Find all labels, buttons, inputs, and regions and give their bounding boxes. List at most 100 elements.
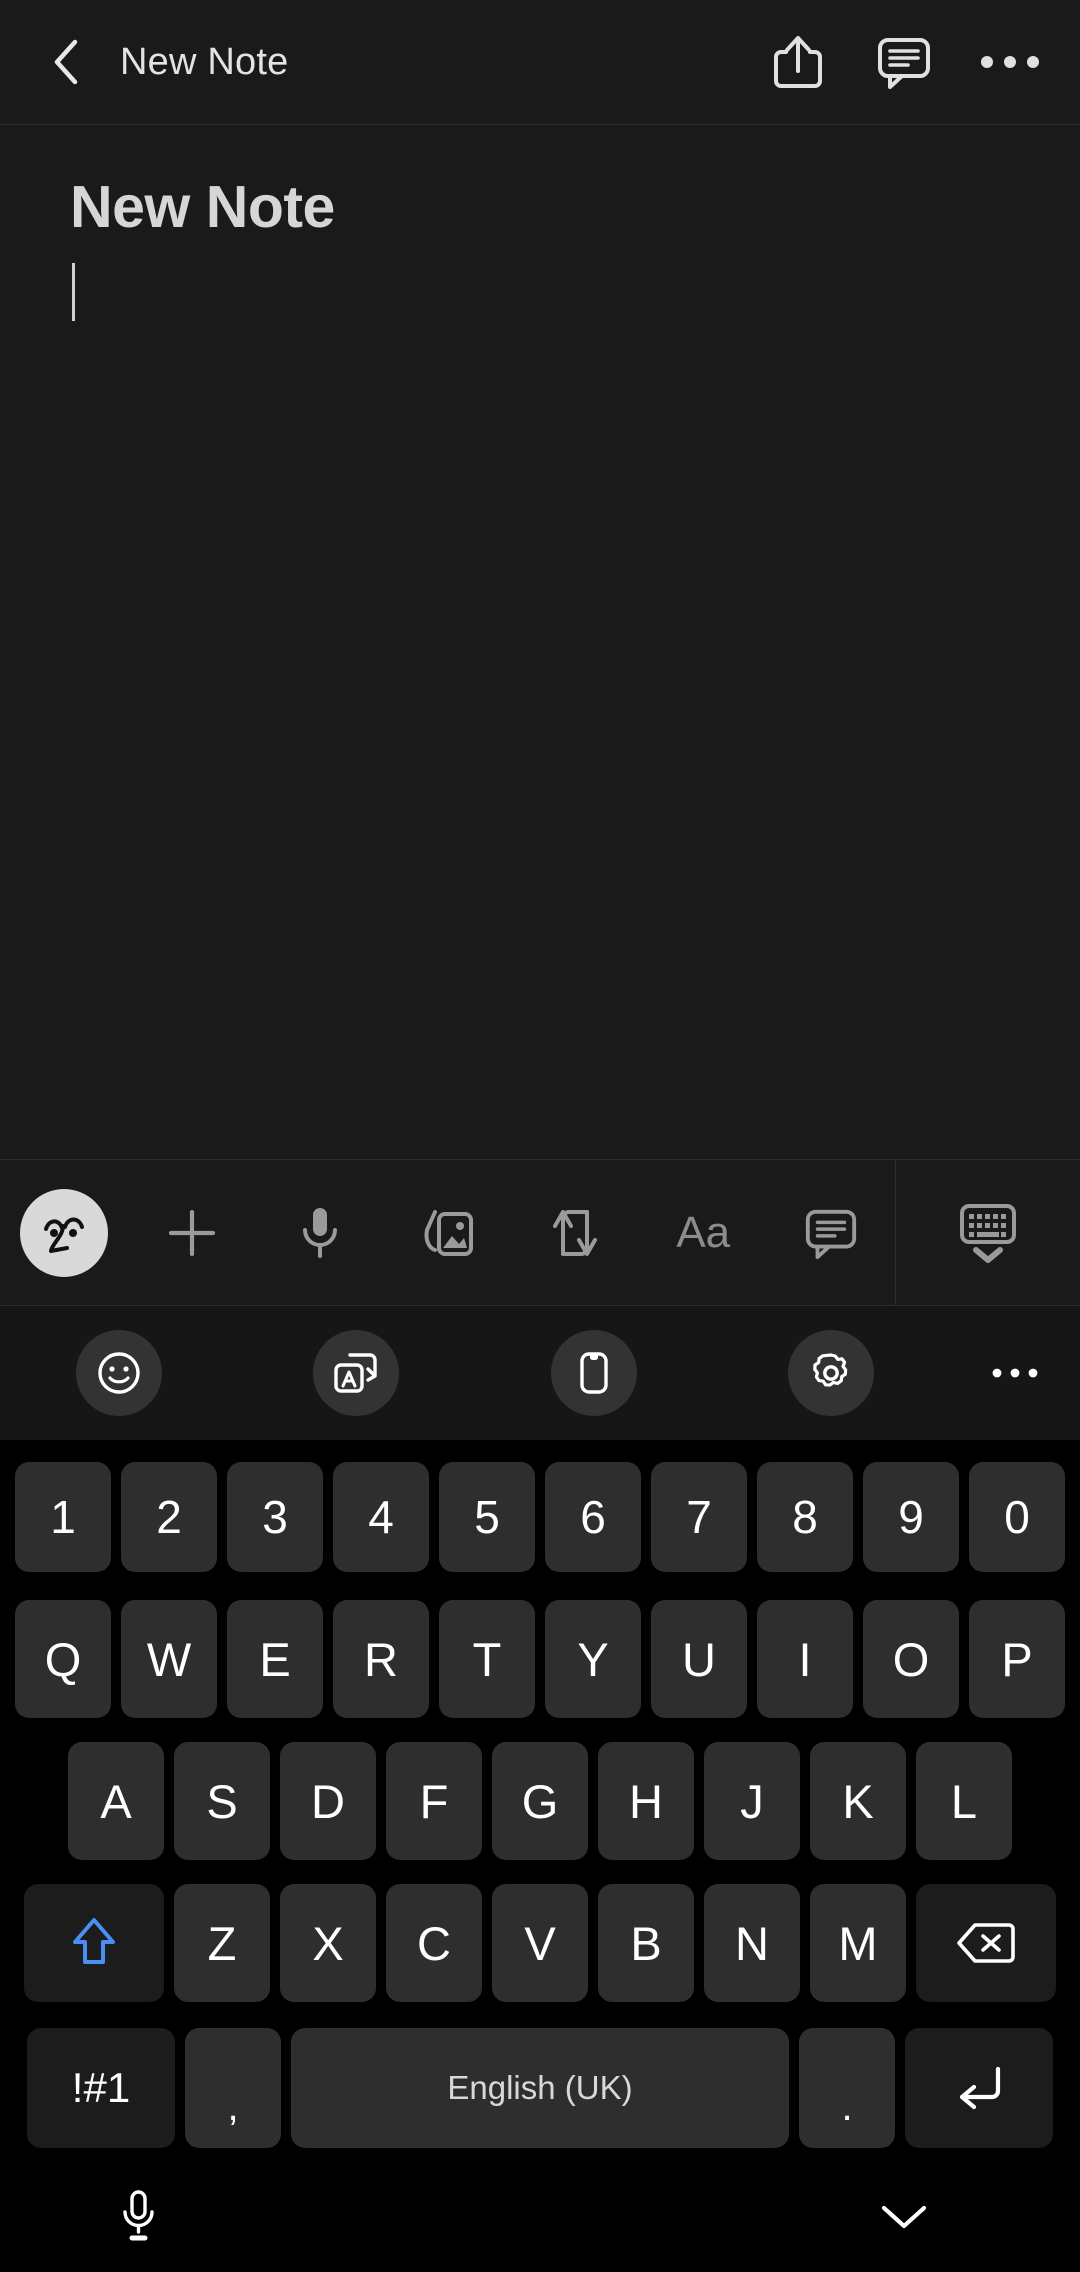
- key-letter[interactable]: X: [280, 1884, 376, 2002]
- hide-keyboard-button[interactable]: [895, 1160, 1080, 1305]
- key-number[interactable]: 3: [227, 1462, 323, 1572]
- key-letter[interactable]: V: [492, 1884, 588, 2002]
- note-content-area[interactable]: New Note: [0, 125, 1080, 1159]
- convert-icon: [553, 1209, 598, 1256]
- more-options-button[interactable]: [974, 26, 1046, 98]
- key-letter[interactable]: H: [598, 1742, 694, 1860]
- app-header: New Note: [0, 0, 1080, 125]
- keyboard-row-numbers: 1 2 3 4 5 6 7 8 9 0: [6, 1446, 1074, 1588]
- format-toolbar: Aa: [0, 1159, 1080, 1306]
- enter-arrow-icon: [959, 2066, 1001, 2110]
- more-options-icon: [981, 56, 1039, 68]
- header-actions: [762, 26, 1046, 98]
- keyboard-hide-icon: [960, 1203, 1016, 1263]
- keyboard-row-space: !#1 , English (UK) .: [6, 2014, 1074, 2162]
- keyboard-row-home: A S D F G H J K L: [6, 1730, 1074, 1872]
- key-letter[interactable]: N: [704, 1884, 800, 2002]
- key-letter[interactable]: W: [121, 1600, 217, 1718]
- chevron-left-icon: [54, 39, 78, 85]
- clipboard-button[interactable]: [475, 1330, 713, 1416]
- share-icon: [774, 36, 822, 88]
- key-letter[interactable]: S: [174, 1742, 270, 1860]
- insert-button[interactable]: [128, 1160, 256, 1305]
- shift-arrow-icon: [73, 1918, 115, 1964]
- voice-recording-button[interactable]: [256, 1160, 384, 1305]
- keyboard-more-icon: [992, 1368, 1038, 1378]
- backspace-icon: [957, 1923, 1015, 1963]
- key-letter[interactable]: P: [969, 1600, 1065, 1718]
- note-editor-screen: New Note New Note Aa 1 2 3 4 5 6 7 8 9 0…: [0, 0, 1080, 2272]
- emoji-button[interactable]: [0, 1330, 238, 1416]
- convert-button[interactable]: [511, 1160, 639, 1305]
- symbols-key[interactable]: !#1: [27, 2028, 175, 2148]
- emoji-icon: [75, 1330, 162, 1416]
- key-number[interactable]: 0: [969, 1462, 1065, 1572]
- keyboard-row-bottom: Z X C V B N M: [6, 1872, 1074, 2014]
- translate-button[interactable]: [238, 1330, 476, 1416]
- key-letter[interactable]: C: [386, 1884, 482, 2002]
- comma-key[interactable]: ,: [185, 2028, 281, 2148]
- space-key[interactable]: English (UK): [291, 2028, 789, 2148]
- text-cursor: [72, 263, 75, 321]
- key-letter[interactable]: K: [810, 1742, 906, 1860]
- keyboard-more-button[interactable]: [950, 1365, 1080, 1381]
- key-letter[interactable]: Q: [15, 1600, 111, 1718]
- settings-icon: [788, 1330, 875, 1416]
- handwriting-avatar-button[interactable]: [0, 1160, 128, 1305]
- key-letter[interactable]: Z: [174, 1884, 270, 2002]
- key-letter[interactable]: U: [651, 1600, 747, 1718]
- back-button[interactable]: [34, 30, 98, 94]
- shift-key[interactable]: [24, 1884, 164, 2002]
- handwriting-avatar-icon: [19, 1188, 108, 1277]
- key-letter[interactable]: D: [280, 1742, 376, 1860]
- hide-keyboard-nav-button[interactable]: [540, 2200, 1080, 2232]
- enter-key[interactable]: [905, 2028, 1053, 2148]
- keyboard-toolbar: [0, 1306, 1080, 1440]
- key-number[interactable]: 6: [545, 1462, 641, 1572]
- text-format-icon: Aa: [676, 1207, 731, 1257]
- microphone-icon: [302, 1207, 337, 1258]
- key-letter[interactable]: B: [598, 1884, 694, 2002]
- key-letter[interactable]: L: [916, 1742, 1012, 1860]
- note-comment-button[interactable]: [767, 1160, 895, 1305]
- backspace-key[interactable]: [916, 1884, 1056, 2002]
- key-letter[interactable]: R: [333, 1600, 429, 1718]
- key-letter[interactable]: T: [439, 1600, 535, 1718]
- clipboard-icon: [550, 1330, 637, 1416]
- comment-icon: [878, 38, 930, 89]
- note-text-line[interactable]: [70, 263, 1010, 323]
- translate-icon: [313, 1330, 400, 1416]
- key-letter[interactable]: M: [810, 1884, 906, 2002]
- on-screen-keyboard: 1 2 3 4 5 6 7 8 9 0 Q W E R T Y U I O P …: [0, 1440, 1080, 2160]
- key-number[interactable]: 5: [439, 1462, 535, 1572]
- key-letter[interactable]: F: [386, 1742, 482, 1860]
- settings-button[interactable]: [713, 1330, 951, 1416]
- key-letter[interactable]: G: [492, 1742, 588, 1860]
- key-number[interactable]: 2: [121, 1462, 217, 1572]
- images-button[interactable]: [384, 1160, 512, 1305]
- key-letter[interactable]: E: [227, 1600, 323, 1718]
- key-number[interactable]: 4: [333, 1462, 429, 1572]
- comment-button[interactable]: [868, 26, 940, 98]
- image-icon: [424, 1209, 473, 1256]
- note-title[interactable]: New Note: [70, 173, 1010, 241]
- format-toolbar-items: Aa: [0, 1160, 895, 1305]
- page-title: New Note: [120, 40, 289, 83]
- voice-input-icon: [123, 2190, 154, 2241]
- share-button[interactable]: [762, 26, 834, 98]
- key-number[interactable]: 7: [651, 1462, 747, 1572]
- key-number[interactable]: 9: [863, 1462, 959, 1572]
- text-format-button[interactable]: Aa: [639, 1160, 767, 1305]
- key-number[interactable]: 8: [757, 1462, 853, 1572]
- period-key[interactable]: .: [799, 2028, 895, 2148]
- key-letter[interactable]: O: [863, 1600, 959, 1718]
- key-letter[interactable]: J: [704, 1742, 800, 1860]
- key-letter[interactable]: I: [757, 1600, 853, 1718]
- key-letter[interactable]: A: [68, 1742, 164, 1860]
- chevron-down-icon: [881, 2205, 927, 2229]
- voice-input-button[interactable]: [0, 2188, 540, 2244]
- key-letter[interactable]: Y: [545, 1600, 641, 1718]
- comment-icon: [805, 1209, 857, 1259]
- key-number[interactable]: 1: [15, 1462, 111, 1572]
- system-navigation-bar: [0, 2160, 1080, 2272]
